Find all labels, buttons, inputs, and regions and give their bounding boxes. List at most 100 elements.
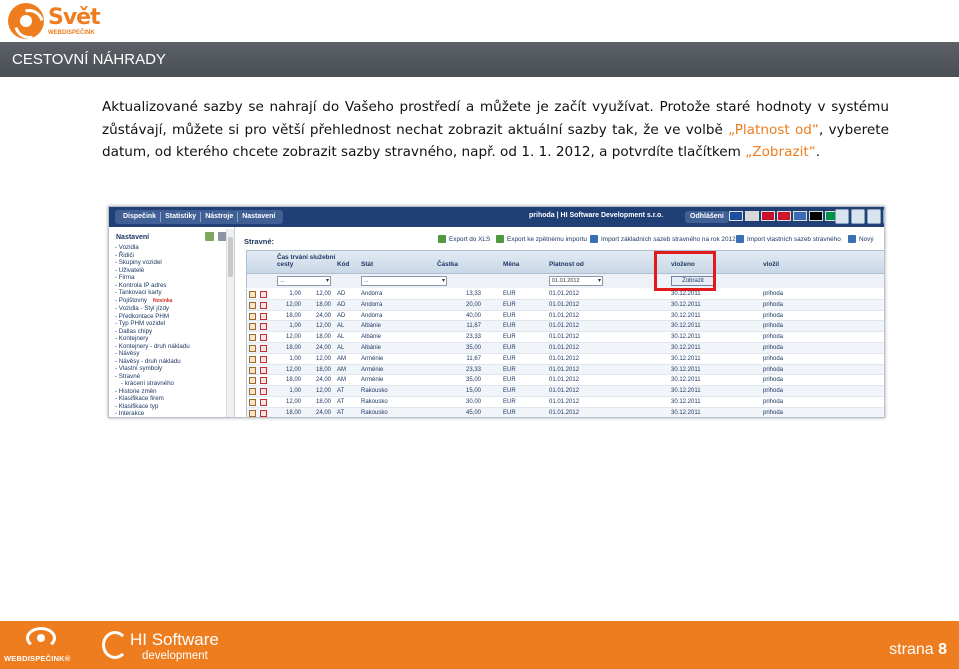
table-row[interactable]: 12,00 18,00 AT Rakousko 30,00 EUR 01.01.2012 30…	[246, 396, 884, 408]
sidebar-item[interactable]: - Kontejnery	[115, 335, 233, 343]
import-base-rates-link[interactable]: Import základních sazeb stravného na rok…	[590, 235, 736, 243]
table-cell: 24,00	[315, 409, 331, 416]
sidebar-item[interactable]: - Interakce	[115, 410, 233, 417]
delete-icon[interactable]	[260, 344, 267, 352]
table-cell: prihoda	[763, 312, 784, 319]
edit-icon[interactable]	[249, 377, 256, 385]
sidebar-item[interactable]: - Kontejnery - druh nákladu	[115, 343, 233, 351]
sidebar-item-label: - Stravné	[115, 372, 141, 380]
table-row[interactable]: 12,00 18,00 AL Albánie 23,33 EUR 01.01.2012 30.…	[246, 332, 884, 343]
import-own-rates-link[interactable]: Import vlastních sazeb stravného	[736, 235, 841, 243]
table-cell: EUR	[503, 377, 516, 384]
language-flag-icon[interactable]	[809, 211, 823, 221]
sidebar-item[interactable]: - Stravné	[115, 373, 233, 381]
language-flag-icon[interactable]	[729, 211, 743, 221]
col-valid-from[interactable]: Platnost od	[549, 261, 584, 268]
table-cell: prihoda	[763, 291, 784, 297]
sidebar-item[interactable]: - Návěsy	[115, 350, 233, 358]
table-row[interactable]: 18,00 24,00 AM Arménie 35,00 EUR 01.01.2012 30.…	[246, 375, 884, 387]
sidebar-item[interactable]: - Řidiči	[115, 252, 233, 260]
table-row[interactable]: 1,00 12,00 AD Andorra 13,33 EUR 01.01.2012 30.1…	[246, 289, 884, 300]
sidebar-item[interactable]: - Historie změn	[115, 388, 233, 396]
edit-icon[interactable]	[249, 366, 256, 374]
table-cell: 18,00	[285, 344, 301, 351]
table-row[interactable]: 18,00 24,00 AD Andorra 40,00 EUR 01.01.2012 30.…	[246, 310, 884, 322]
col-state[interactable]: Stát	[361, 261, 373, 268]
sidebar-item[interactable]: - Klasifikace firem	[115, 395, 233, 403]
edit-icon[interactable]	[249, 334, 256, 342]
sidebar-item[interactable]: - Předkontace PHM	[115, 313, 233, 321]
new-link[interactable]: Nový	[848, 235, 874, 243]
delete-icon[interactable]	[260, 334, 267, 342]
language-flag-icon[interactable]	[793, 211, 807, 221]
sidebar-item[interactable]: - Firma	[115, 274, 233, 282]
edit-icon[interactable]	[249, 409, 256, 417]
table-cell: AM	[337, 366, 346, 373]
sidebar-item[interactable]: - Vozidla - Styl jízdy	[115, 305, 233, 313]
sidebar-item[interactable]: - Kontrola IP adres	[115, 282, 233, 290]
sidebar-item[interactable]: - Návěsy - druh nákladu	[115, 358, 233, 366]
table-row[interactable]: 1,00 12,00 AL Albánie 11,67 EUR 01.01.2012 30.1…	[246, 321, 884, 333]
edit-icon[interactable]	[249, 323, 256, 331]
delete-icon[interactable]	[260, 291, 267, 298]
settings-icon[interactable]	[867, 209, 881, 224]
table-row[interactable]: 12,00 18,00 AD Andorra 20,00 EUR 01.01.2012 30.…	[246, 299, 884, 311]
table-row[interactable]: 12,00 18,00 AM Arménie 23,33 EUR 01.01.2012 30.…	[246, 364, 884, 376]
edit-icon[interactable]	[249, 388, 256, 396]
page-label: strana	[889, 641, 934, 658]
delete-icon[interactable]	[260, 355, 267, 363]
edit-icon[interactable]	[249, 355, 256, 363]
delete-icon[interactable]	[260, 409, 267, 417]
table-row[interactable]: 1,00 12,00 AT Rakousko 15,00 EUR 01.01.2012 30.…	[246, 386, 884, 397]
language-flag-icon[interactable]	[761, 211, 775, 221]
sidebar-item[interactable]: - Skupiny vozidel	[115, 259, 233, 267]
edit-icon[interactable]	[249, 291, 256, 298]
sidebar-item[interactable]: - Klasifikace typ	[115, 403, 233, 411]
col-currency[interactable]: Měna	[503, 261, 519, 268]
delete-icon[interactable]	[260, 301, 267, 309]
menu-nastroje[interactable]: Nástroje	[201, 212, 239, 222]
language-flag-icon[interactable]	[745, 211, 759, 221]
delete-icon[interactable]	[260, 312, 267, 320]
logout-button[interactable]: Odhlášeni	[685, 211, 729, 223]
menu-dispecink[interactable]: Dispečink	[119, 212, 162, 222]
duration-filter[interactable]: ...	[277, 276, 331, 286]
expand-icon[interactable]	[205, 232, 214, 241]
code-filter[interactable]: ...	[361, 276, 447, 286]
delete-icon[interactable]	[260, 377, 267, 385]
edit-icon[interactable]	[249, 312, 256, 320]
table-row[interactable]: 18,00 24,00 AT Rakousko 45,00 EUR 01.01.2012 30…	[246, 407, 884, 417]
sidebar-item[interactable]: - Vlastní symboly	[115, 365, 233, 373]
sidebar-item[interactable]: - Dallas chipy	[115, 328, 233, 336]
export-icon[interactable]	[835, 209, 849, 224]
valid-from-filter[interactable]: 01.01.2012	[549, 276, 603, 286]
sidebar-item[interactable]: - Tankovací karty	[115, 289, 233, 297]
print-icon[interactable]	[883, 209, 884, 224]
delete-icon[interactable]	[260, 323, 267, 331]
menu-nastaveni[interactable]: Nastavení	[238, 212, 279, 222]
menu-statistiky[interactable]: Statistiky	[161, 212, 202, 222]
table-row[interactable]: 1,00 12,00 AM Arménie 11,67 EUR 01.01.2012 30.1…	[246, 353, 884, 365]
help-icon[interactable]	[851, 209, 865, 224]
col-amount[interactable]: Částka	[437, 261, 458, 268]
export-xls-link[interactable]: Export do XLS	[438, 235, 490, 243]
edit-icon[interactable]	[249, 344, 256, 352]
col-duration[interactable]: Čas trvání služební cesty	[277, 254, 337, 268]
sidebar-item[interactable]: - Typ PHM vozidel	[115, 320, 233, 328]
delete-icon[interactable]	[260, 388, 267, 396]
sidebar-item[interactable]: - krácení stravného	[115, 380, 233, 388]
col-code[interactable]: Kód	[337, 261, 349, 268]
sidebar-item[interactable]: - Vozidla	[115, 244, 233, 252]
edit-icon[interactable]	[249, 398, 256, 406]
delete-icon[interactable]	[260, 398, 267, 406]
table-row[interactable]: 18,00 24,00 AL Albánie 35,00 EUR 01.01.2012 30.…	[246, 342, 884, 354]
delete-icon[interactable]	[260, 366, 267, 374]
export-reimport-link[interactable]: Export ke zpětnému importu	[496, 235, 587, 243]
sidebar-item[interactable]: - Pojištovny Novinka	[115, 297, 233, 306]
col-inserted-by[interactable]: vložil	[763, 261, 779, 268]
edit-icon[interactable]	[249, 301, 256, 309]
sidebar-scrollbar[interactable]	[226, 229, 234, 417]
language-flag-icon[interactable]	[777, 211, 791, 221]
action-label: Nový	[859, 235, 874, 243]
sidebar-item[interactable]: - Uživatelé	[115, 267, 233, 275]
